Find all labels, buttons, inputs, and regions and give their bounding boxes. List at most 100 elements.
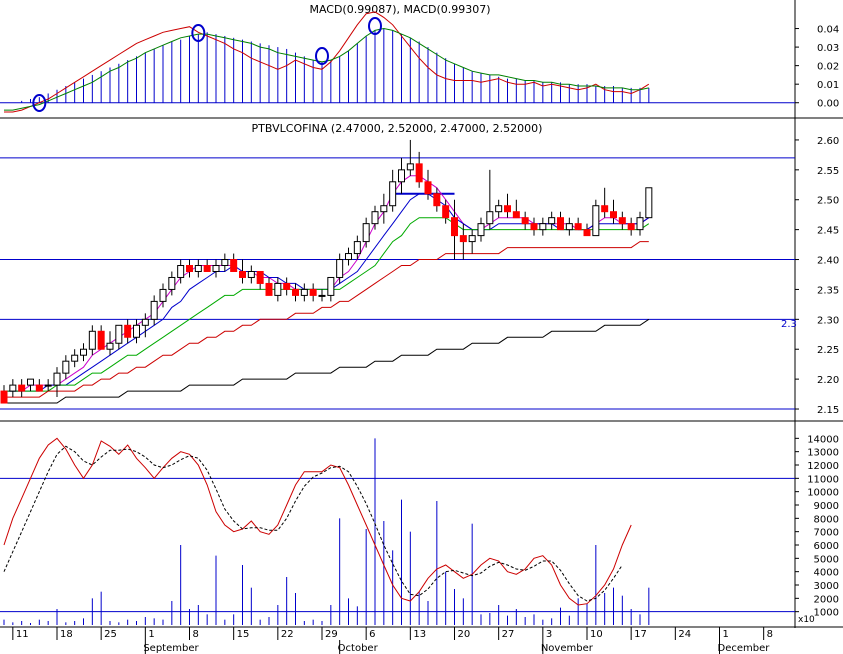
candle-up-body	[406, 163, 414, 171]
x-day-tick-label: 1	[723, 629, 729, 640]
candlestick	[539, 217, 547, 236]
candlestick	[459, 223, 467, 260]
candle-up-body	[274, 282, 282, 296]
candlestick	[300, 283, 308, 302]
volume-fast-line	[3, 437, 632, 606]
x-day-tick-label: 8	[767, 629, 773, 640]
x-day-tick-label: 13	[413, 629, 426, 640]
candle-up-body	[336, 259, 344, 278]
candle-down-body	[203, 265, 211, 272]
candlestick	[27, 378, 34, 392]
macd-panel: MACD(0.99087), MACD(0.99307) 0.04 0.03 0.0…	[0, 3, 839, 113]
candle-up-body	[71, 354, 79, 362]
candle-up-body	[212, 265, 220, 272]
candlestick	[186, 259, 193, 278]
candlestick	[18, 379, 26, 398]
chart-frame	[0, 0, 843, 628]
candle-up-body	[327, 276, 335, 296]
price-right-edge-label: 2.3	[781, 319, 797, 330]
price-y-tick-label: 2.30	[817, 315, 839, 326]
candle-down-body	[0, 390, 8, 404]
x-day-tick-label: 17	[634, 629, 647, 640]
candle-up-body	[486, 211, 494, 225]
volume-slow-line	[3, 445, 623, 602]
candle-down-body	[230, 259, 238, 272]
candle-down-body	[186, 265, 193, 272]
candle-down-body	[415, 163, 423, 183]
candle-down-body	[433, 193, 441, 207]
candlestick	[124, 319, 132, 344]
price-y-tick-label: 2.35	[817, 285, 839, 296]
candlestick	[115, 324, 123, 350]
price-y-tick-label: 2.55	[817, 166, 839, 177]
macd-y-tick-label: 0.02	[817, 62, 839, 73]
candle-up-body	[27, 378, 34, 386]
volume-y-tick-label: 14000	[807, 434, 839, 445]
x-day-tick-label: 15	[237, 629, 250, 640]
x-month-label: September	[143, 643, 199, 654]
candlestick	[380, 193, 388, 224]
x-day-tick-label: 8	[193, 629, 199, 640]
volume-y-tick-label: 3000	[814, 581, 839, 592]
candle-up-body	[565, 223, 573, 231]
candlestick	[583, 223, 591, 237]
candle-down-body	[239, 270, 246, 278]
candle-up-body	[318, 294, 326, 297]
candle-up-body	[353, 241, 361, 255]
candlestick	[548, 211, 556, 230]
candle-up-body	[300, 288, 308, 296]
candlestick	[256, 270, 264, 290]
candle-down-body	[424, 181, 432, 195]
x-day-tick-label: 24	[678, 629, 691, 640]
x-day-tick-label: 18	[60, 629, 73, 640]
candle-up-body	[592, 205, 600, 237]
candlestick	[150, 295, 158, 326]
candle-down-body	[521, 217, 529, 225]
candle-down-body	[35, 384, 43, 392]
x-day-tick-label: 29	[325, 629, 338, 640]
candle-down-body	[18, 384, 26, 392]
candle-down-body	[283, 282, 291, 290]
candlestick	[80, 343, 87, 362]
candlestick	[239, 259, 246, 284]
stock-chart: MACD(0.99087), MACD(0.99307) 0.04 0.03 0.0…	[0, 0, 843, 654]
candle-down-body	[124, 324, 132, 338]
candlestick	[645, 187, 653, 219]
candle-up-body	[247, 270, 255, 278]
candlestick	[106, 331, 114, 356]
candle-up-body	[133, 324, 140, 338]
volume-y-tick-label: 13000	[807, 448, 839, 459]
x-month-label: November	[541, 643, 594, 654]
volume-y-tick-label: 4000	[814, 568, 839, 579]
candlestick	[504, 193, 511, 218]
candle-down-body	[627, 223, 635, 231]
volume-y-tick-label: 10000	[807, 488, 839, 499]
candle-up-body	[380, 205, 388, 213]
moving-average-line	[4, 217, 650, 392]
candle-up-body	[389, 181, 397, 207]
candlestick	[486, 169, 494, 230]
candle-up-body	[150, 300, 158, 320]
price-y-tick-label: 2.60	[817, 136, 839, 147]
candlestick	[97, 325, 105, 350]
candle-up-body	[645, 187, 653, 219]
candlestick	[398, 157, 405, 194]
volume-y-tick-label: 2000	[814, 594, 839, 605]
candle-up-body	[9, 384, 17, 392]
candlestick	[362, 217, 370, 248]
x-day-tick-label: 11	[16, 629, 29, 640]
candle-up-body	[88, 330, 96, 350]
candlestick	[88, 325, 96, 356]
price-title: PTBVLCOFINA (2.47000, 2.52000, 2.47000, …	[252, 122, 543, 135]
candlestick	[318, 289, 326, 302]
candlestick	[521, 211, 529, 230]
volume-y-tick-label: 1000	[814, 608, 839, 619]
price-y-tick-label: 2.25	[817, 345, 839, 356]
x-day-tick-label: 10	[590, 629, 603, 640]
candlestick	[371, 205, 379, 230]
candlestick	[221, 253, 229, 272]
candle-up-body	[362, 223, 370, 243]
candle-up-body	[106, 342, 114, 350]
candle-up-body	[194, 265, 202, 272]
candle-up-body	[80, 348, 87, 356]
